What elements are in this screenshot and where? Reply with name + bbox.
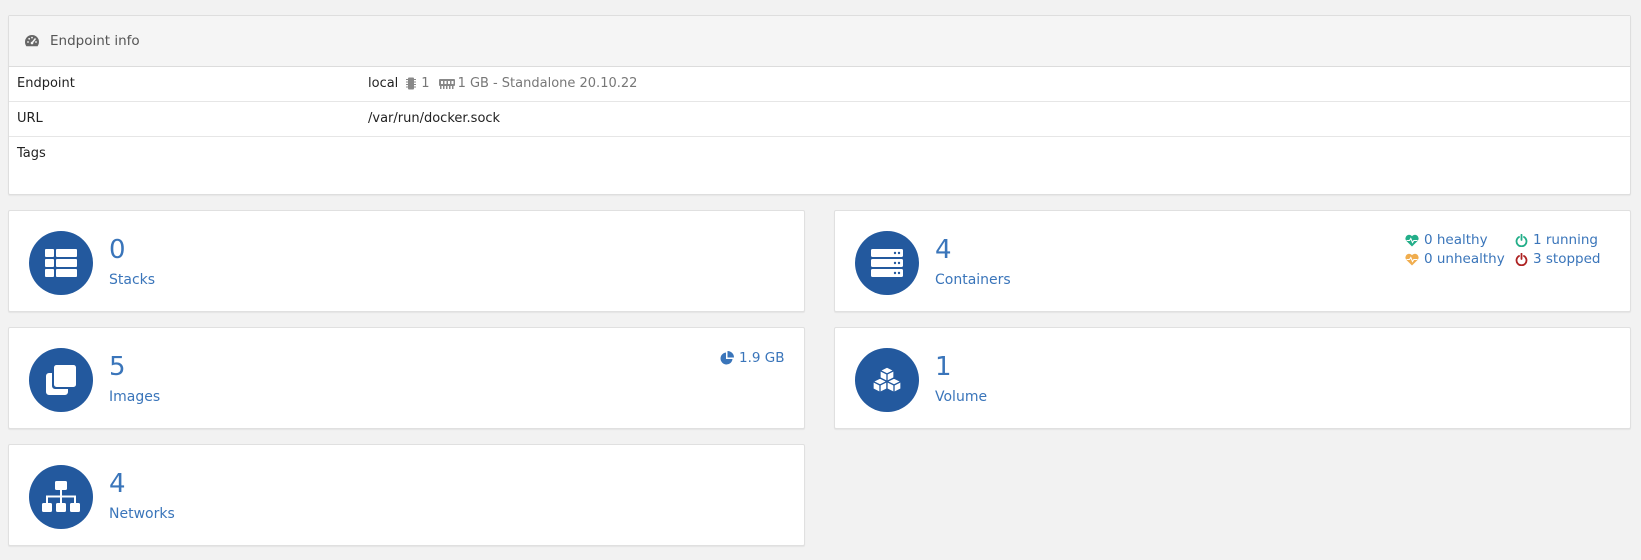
microchip-icon bbox=[406, 77, 417, 90]
networks-count: 4 bbox=[109, 469, 126, 499]
endpoint-info-header: Endpoint info bbox=[9, 16, 1630, 67]
networks-label: Networks bbox=[109, 506, 175, 522]
containers-tile[interactable]: 4 Containers 0 healthy 0 unhealthy 1 run… bbox=[834, 210, 1631, 312]
healthy-status: 0 healthy bbox=[1405, 232, 1488, 248]
power-icon bbox=[1515, 233, 1528, 247]
endpoint-key: Endpoint bbox=[17, 76, 75, 91]
endpoint-value: local 1 1 GB - Standalone 20.10.22 bbox=[368, 76, 637, 91]
tags-key: Tags bbox=[17, 146, 46, 161]
endpoint-details: - Standalone 20.10.22 bbox=[492, 76, 638, 91]
table-list-icon bbox=[45, 249, 77, 277]
containers-icon-circle bbox=[855, 231, 919, 295]
images-size-text: 1.9 GB bbox=[739, 350, 785, 366]
volumes-tile[interactable]: 1 Volume bbox=[834, 327, 1631, 429]
images-label: Images bbox=[109, 389, 161, 405]
tachometer-icon bbox=[25, 35, 39, 47]
endpoint-info-title: Endpoint info bbox=[50, 33, 140, 49]
running-text: 1 running bbox=[1533, 232, 1598, 248]
cubes-icon bbox=[872, 366, 902, 394]
running-status: 1 running bbox=[1515, 232, 1598, 248]
volumes-label: Volume bbox=[935, 389, 988, 405]
healthy-text: 0 healthy bbox=[1424, 232, 1488, 248]
images-tile[interactable]: 5 Images 1.9 GB bbox=[8, 327, 805, 429]
heartbeat-icon bbox=[1405, 234, 1419, 246]
endpoint-info-panel: Endpoint info Endpoint local 1 1 GB - St… bbox=[8, 15, 1631, 195]
clone-icon bbox=[46, 365, 76, 395]
containers-count: 4 bbox=[935, 235, 952, 265]
endpoint-memory: 1 GB bbox=[457, 76, 489, 91]
heartbeat-icon bbox=[1405, 253, 1419, 265]
unhealthy-status: 0 unhealthy bbox=[1405, 251, 1505, 267]
tags-row: Tags bbox=[9, 137, 1630, 195]
server-icon bbox=[871, 249, 903, 277]
pie-chart-icon bbox=[720, 351, 734, 365]
stacks-icon-circle bbox=[29, 231, 93, 295]
images-size: 1.9 GB bbox=[720, 350, 784, 366]
endpoint-name: local bbox=[368, 76, 399, 91]
stacks-tile[interactable]: 0 Stacks bbox=[8, 210, 805, 312]
volumes-icon-circle bbox=[855, 348, 919, 412]
url-row: URL /var/run/docker.sock bbox=[9, 102, 1630, 137]
stopped-status: 3 stopped bbox=[1515, 251, 1600, 267]
images-count: 5 bbox=[109, 352, 126, 382]
url-key: URL bbox=[17, 111, 43, 126]
stopped-text: 3 stopped bbox=[1533, 251, 1601, 267]
stacks-label: Stacks bbox=[109, 272, 156, 288]
networks-tile[interactable]: 4 Networks bbox=[8, 444, 805, 546]
stacks-count: 0 bbox=[109, 235, 126, 265]
networks-icon-circle bbox=[29, 465, 93, 529]
endpoint-cpu: 1 bbox=[421, 76, 430, 91]
memory-icon bbox=[438, 78, 455, 89]
containers-label: Containers bbox=[935, 272, 1011, 288]
volumes-count: 1 bbox=[935, 352, 952, 382]
unhealthy-text: 0 unhealthy bbox=[1424, 251, 1505, 267]
power-icon bbox=[1515, 252, 1528, 266]
url-value: /var/run/docker.sock bbox=[368, 111, 501, 126]
images-icon-circle bbox=[29, 348, 93, 412]
sitemap-icon bbox=[42, 481, 80, 512]
endpoint-row: Endpoint local 1 1 GB - Standalone 20.10… bbox=[9, 67, 1630, 102]
